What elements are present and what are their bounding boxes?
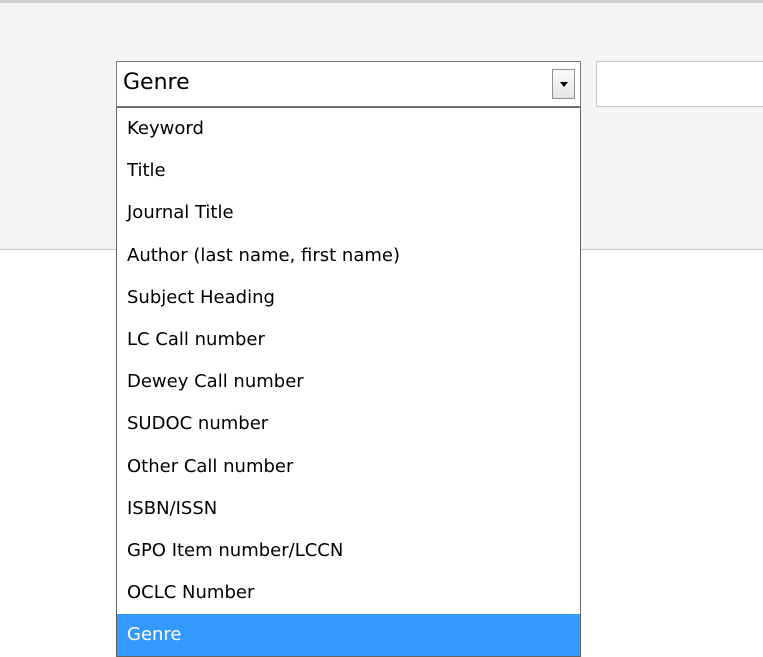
option-journal-title[interactable]: Journal Title [117, 192, 580, 234]
search-field-select[interactable]: Genre [116, 61, 581, 107]
option-title[interactable]: Title [117, 150, 580, 192]
option-keyword[interactable]: Keyword [117, 108, 580, 150]
option-author[interactable]: Author (last name, first name) [117, 235, 580, 277]
option-lc-call-number[interactable]: LC Call number [117, 319, 580, 361]
option-sudoc-number[interactable]: SUDOC number [117, 403, 580, 445]
option-dewey-call-number[interactable]: Dewey Call number [117, 361, 580, 403]
search-field-selected-value: Genre [123, 70, 190, 95]
option-gpo-item-number-lccn[interactable]: GPO Item number/LCCN [117, 530, 580, 572]
search-field-options-list: Keyword Title Journal Title Author (last… [116, 107, 581, 657]
option-isbn-issn[interactable]: ISBN/ISSN [117, 488, 580, 530]
search-query-input[interactable] [596, 61, 763, 107]
option-oclc-number[interactable]: OCLC Number [117, 572, 580, 614]
dropdown-toggle-button[interactable] [552, 69, 575, 99]
option-subject-heading[interactable]: Subject Heading [117, 277, 580, 319]
option-other-call-number[interactable]: Other Call number [117, 446, 580, 488]
chevron-down-icon [560, 82, 568, 87]
option-genre[interactable]: Genre [117, 614, 580, 657]
